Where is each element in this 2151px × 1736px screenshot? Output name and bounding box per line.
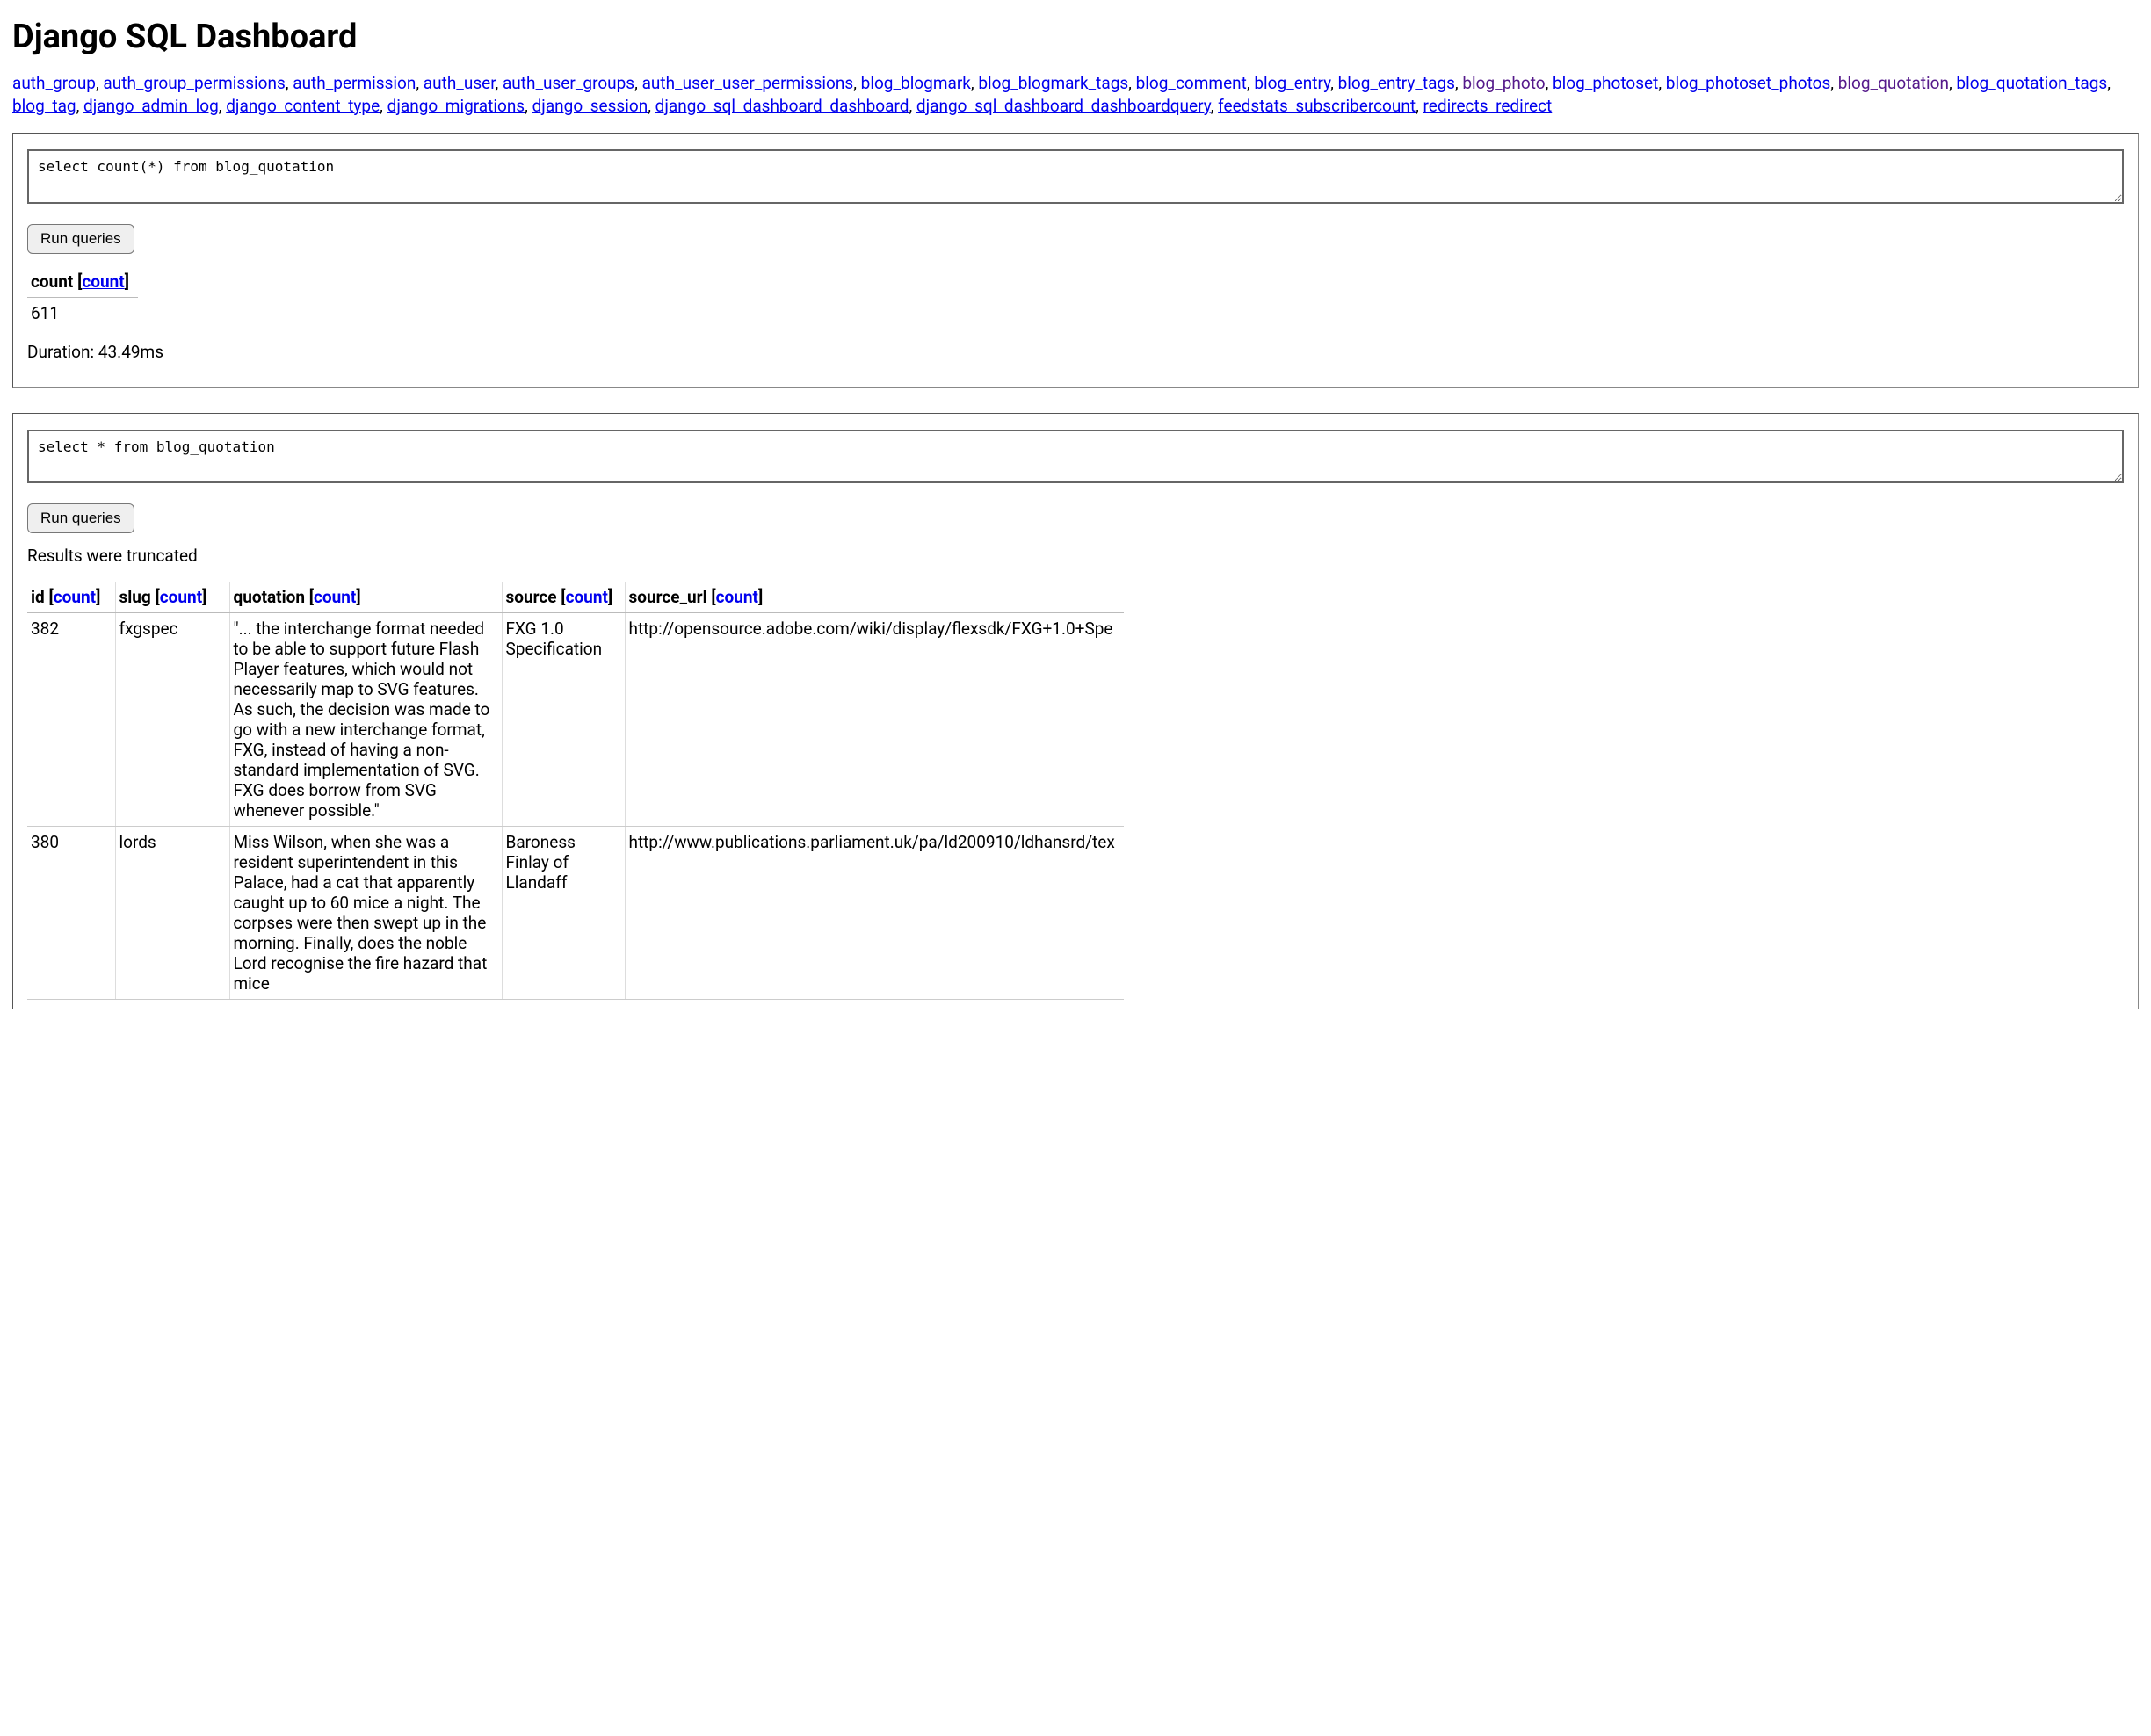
cell-source_url: http://opensource.adobe.com/wiki/display… (625, 613, 1124, 827)
table-row: 382fxgspec"... the interchange format ne… (27, 613, 1124, 827)
cell-source_url: http://www.publications.parliament.uk/pa… (625, 827, 1124, 1000)
table-row: 380lordsMiss Wilson, when she was a resi… (27, 827, 1124, 1000)
count-link-source_url[interactable]: count (716, 587, 758, 607)
count-link-slug[interactable]: count (160, 587, 202, 607)
table-link-blog_entry_tags[interactable]: blog_entry_tags (1338, 73, 1455, 93)
table-link-auth_group[interactable]: auth_group (12, 73, 96, 93)
table-link-django_migrations[interactable]: django_migrations (387, 96, 525, 116)
cell-count: 611 (27, 297, 138, 329)
cell-slug: fxgspec (115, 613, 229, 827)
table-link-redirects_redirect[interactable]: redirects_redirect (1423, 96, 1553, 116)
table-link-auth_user_groups[interactable]: auth_user_groups (503, 73, 634, 93)
query-block-1: Run queries count [count] 611 Duration: … (12, 133, 2139, 388)
count-link-quotation[interactable]: count (314, 587, 356, 607)
table-link-blog_photoset[interactable]: blog_photoset (1553, 73, 1658, 93)
count-link[interactable]: count (82, 271, 124, 292)
table-link-blog_blogmark[interactable]: blog_blogmark (861, 73, 971, 93)
table-link-django_admin_log[interactable]: django_admin_log (83, 96, 219, 116)
cell-quotation: Miss Wilson, when she was a resident sup… (229, 827, 502, 1000)
cell-quotation: "... the interchange format needed to be… (229, 613, 502, 827)
col-header-count: count [count] (27, 266, 138, 298)
table-link-list: auth_group, auth_group_permissions, auth… (12, 72, 2139, 117)
result-table-2: id [count]slug [count]quotation [count]s… (27, 582, 1124, 1000)
table-row: 611 (27, 297, 138, 329)
cell-source: Baroness Finlay of Llandaff (502, 827, 625, 1000)
table-link-blog_quotation_tags[interactable]: blog_quotation_tags (1956, 73, 2107, 93)
col-header-id: id [count] (27, 582, 115, 613)
cell-id: 382 (27, 613, 115, 827)
table-link-auth_user[interactable]: auth_user (424, 73, 496, 93)
query-block-2: Run queries Results were truncated id [c… (12, 413, 2139, 1010)
col-header-slug: slug [count] (115, 582, 229, 613)
table-link-auth_group_permissions[interactable]: auth_group_permissions (103, 73, 285, 93)
table-link-blog_photo[interactable]: blog_photo (1462, 73, 1545, 93)
col-header-quotation: quotation [count] (229, 582, 502, 613)
page-title: Django SQL Dashboard (12, 18, 2139, 56)
table-link-django_content_type[interactable]: django_content_type (226, 96, 380, 116)
table-link-blog_tag[interactable]: blog_tag (12, 96, 76, 116)
cell-source: FXG 1.0 Specification (502, 613, 625, 827)
table-link-feedstats_subscribercount[interactable]: feedstats_subscribercount (1218, 96, 1416, 116)
cell-id: 380 (27, 827, 115, 1000)
col-header-source: source [count] (502, 582, 625, 613)
table-link-blog_blogmark_tags[interactable]: blog_blogmark_tags (978, 73, 1128, 93)
count-link-id[interactable]: count (54, 587, 96, 607)
table-link-django_sql_dashboard_dashboardquery[interactable]: django_sql_dashboard_dashboardquery (916, 96, 1211, 116)
run-queries-button-2[interactable]: Run queries (27, 503, 134, 533)
table-link-blog_comment[interactable]: blog_comment (1136, 73, 1247, 93)
result-table-1: count [count] 611 (27, 266, 138, 329)
table-link-auth_permission[interactable]: auth_permission (293, 73, 416, 93)
truncated-message: Results were truncated (27, 546, 2124, 566)
table-link-django_sql_dashboard_dashboard[interactable]: django_sql_dashboard_dashboard (655, 96, 909, 116)
col-header-source_url: source_url [count] (625, 582, 1124, 613)
count-link-source[interactable]: count (566, 587, 608, 607)
table-link-blog_entry[interactable]: blog_entry (1254, 73, 1330, 93)
cell-slug: lords (115, 827, 229, 1000)
table-link-blog_photoset_photos[interactable]: blog_photoset_photos (1666, 73, 1831, 93)
run-queries-button-1[interactable]: Run queries (27, 224, 134, 254)
duration-text: Duration: 43.49ms (27, 342, 2124, 362)
table-link-django_session[interactable]: django_session (532, 96, 648, 116)
table-link-auth_user_user_permissions[interactable]: auth_user_user_permissions (642, 73, 854, 93)
sql-input-1[interactable] (27, 149, 2124, 204)
sql-input-2[interactable] (27, 430, 2124, 484)
table-link-blog_quotation[interactable]: blog_quotation (1838, 73, 1949, 93)
